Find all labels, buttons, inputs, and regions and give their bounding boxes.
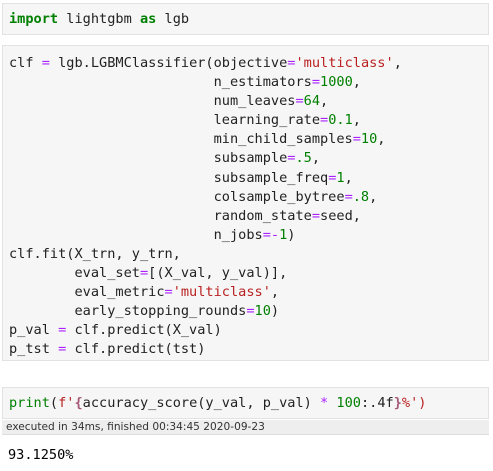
code-line: clf.fit(X_trn, y_trn, (9, 246, 181, 262)
code-token: } (393, 395, 402, 411)
code-token: clf (9, 55, 42, 71)
code-cell-print[interactable]: print(f'{accuracy_score(y_val, p_val) * … (2, 387, 489, 419)
code-line: eval_metric='multiclass', (9, 284, 279, 300)
code-token: ) (270, 303, 280, 320)
code-token: .8 (352, 188, 370, 205)
code-editor[interactable]: clf = lgb.LGBMClassifier(objective='mult… (3, 46, 488, 368)
code-token: clf.fit(X_trn, y_trn, (9, 245, 181, 262)
code-token: , (270, 284, 280, 301)
code-token: 0.1 (328, 112, 353, 129)
code-token: print (9, 395, 50, 411)
code-token: clf.predict(X_val) (66, 322, 222, 339)
code-token: = (246, 303, 255, 320)
code-token: 100 (336, 395, 361, 411)
code-token: n_jobs (9, 226, 263, 243)
code-token: 'multiclass' (172, 284, 271, 301)
code-token: %') (401, 395, 427, 411)
code-token: lightgbm (58, 11, 140, 27)
code-token: ) (287, 226, 296, 243)
code-token: , (377, 131, 386, 148)
code-editor[interactable]: import lightgbm as lgb (3, 4, 488, 34)
code-token: = (295, 93, 304, 110)
code-line: min_child_samples=10, (9, 131, 386, 148)
code-token: min_child_samples (9, 131, 353, 148)
code-token: = (352, 131, 361, 148)
code-token: * (320, 395, 329, 411)
code-editor[interactable]: print(f'{accuracy_score(y_val, p_val) * … (3, 388, 488, 418)
execution-status: executed in 34ms, finished 00:34:45 2020… (2, 420, 489, 435)
code-line: print(f'{accuracy_score(y_val, p_val) * … (9, 395, 426, 411)
code-token: ( (49, 395, 59, 411)
code-token: , (352, 112, 361, 129)
code-token: = (139, 265, 149, 282)
code-line: num_leaves=64, (9, 93, 329, 110)
code-token: =- (262, 226, 280, 243)
code-token: eval_set (9, 265, 140, 282)
cell-output: 93.1250% (8, 447, 74, 463)
code-token: early_stopping_rounds (9, 303, 247, 320)
code-cell-import[interactable]: import lightgbm as lgb (2, 3, 489, 35)
code-token: num_leaves (9, 93, 296, 110)
code-token: lgb.LGBMClassifier(objective (49, 55, 288, 71)
code-token: 10 (254, 303, 271, 320)
code-token: seed, (320, 207, 361, 224)
code-token: learning_rate (9, 112, 320, 129)
code-token: , (352, 74, 361, 91)
code-token: f' (58, 395, 75, 411)
code-token: = (311, 207, 321, 224)
code-token: , (344, 169, 353, 186)
code-line: subsample=.5, (9, 150, 320, 166)
code-token: [(X_val, y_val)], (148, 265, 288, 282)
code-token: random_state (9, 207, 312, 224)
code-token: = (311, 74, 321, 91)
code-token: 1000 (320, 74, 353, 91)
code-token: { (74, 395, 83, 411)
code-line: clf = lgb.LGBMClassifier(objective='mult… (9, 55, 402, 71)
code-token: , (393, 55, 402, 71)
code-token: as (139, 11, 157, 27)
code-token: accuracy_score(y_val, p_val) (82, 395, 321, 411)
code-cell-train[interactable]: clf = lgb.LGBMClassifier(objective='mult… (2, 45, 489, 361)
code-line: random_state=seed, (9, 208, 361, 224)
code-token: = (344, 188, 353, 205)
code-line: p_val = clf.predict(X_val) (9, 322, 222, 338)
code-token: = (320, 112, 329, 129)
code-line: subsample_freq=1, (9, 170, 353, 186)
code-token: clf.predict(tst) (66, 341, 206, 358)
code-token: 1 (336, 169, 345, 186)
code-token: subsample_freq (9, 169, 329, 186)
code-token: n_estimators (9, 74, 312, 91)
code-line: early_stopping_rounds=10) (9, 303, 279, 319)
code-token: 'multiclass' (295, 55, 394, 71)
code-token: 64 (303, 93, 321, 110)
code-token: , (369, 188, 378, 205)
code-line: import lightgbm as lgb (9, 11, 189, 27)
code-line: learning_rate=0.1, (9, 112, 361, 128)
code-line: n_jobs=-1) (9, 226, 296, 243)
code-token: = (164, 284, 173, 301)
code-token: p_val (9, 322, 59, 339)
code-token: .5 (295, 150, 312, 167)
code-line: colsample_bytree=.8, (9, 188, 378, 205)
code-token: lgb (156, 11, 190, 27)
code-token: = (41, 55, 50, 71)
code-token: , (320, 93, 329, 110)
code-token: :.4f (360, 395, 394, 411)
code-token: import (9, 11, 59, 27)
code-token: p_tst (9, 341, 59, 358)
code-line: eval_set=[(X_val, y_val)], (9, 265, 287, 281)
code-token: eval_metric (9, 284, 165, 301)
code-token: , (311, 150, 321, 167)
code-token: subsample (9, 150, 288, 167)
code-line: n_estimators=1000, (9, 74, 361, 90)
code-token: 10 (360, 131, 378, 148)
code-token: colsample_bytree (9, 188, 345, 205)
code-line: p_tst = clf.predict(tst) (9, 341, 205, 357)
